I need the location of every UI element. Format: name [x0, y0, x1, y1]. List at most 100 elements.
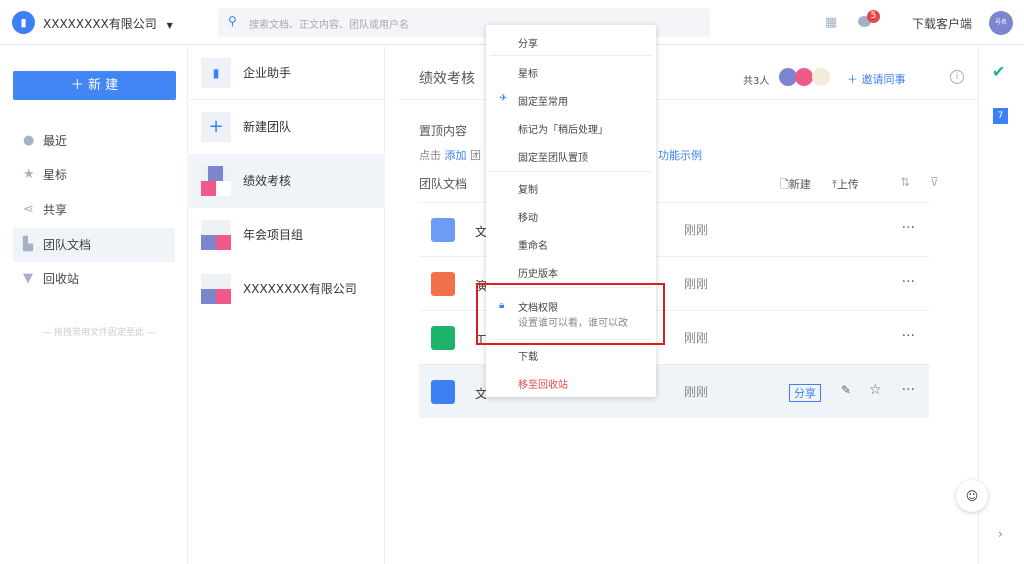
filter-icon[interactable]: ⊽ — [930, 175, 939, 189]
example-link[interactable]: 功能示例 — [658, 147, 702, 163]
new-button[interactable]: ＋ 新 建 — [13, 71, 176, 100]
more-icon[interactable]: ··· — [902, 365, 915, 415]
team-avatar — [201, 274, 231, 304]
new-file-icon: 🗋 — [780, 178, 789, 191]
folder-icon — [431, 218, 455, 242]
add-pinned-link[interactable]: 添加 — [445, 149, 467, 162]
file-time: 刚刚 — [684, 277, 709, 291]
menu-item-copy[interactable]: 复制 — [518, 181, 538, 196]
file-time: 刚刚 — [684, 331, 709, 345]
invite-button[interactable]: ＋ 邀请同事 — [847, 71, 906, 87]
file-time: 刚刚 — [684, 385, 709, 399]
new-label: 新建 — [788, 178, 811, 191]
edit-icon[interactable]: ✎ — [841, 383, 851, 397]
docs-title: 团队文档 — [419, 177, 468, 191]
sidebar-item-label: 共享 — [43, 203, 68, 217]
more-icon[interactable]: ··· — [902, 203, 915, 253]
share-button[interactable]: 分享 — [789, 384, 821, 402]
new-button-label: 新 建 — [88, 78, 119, 93]
team-item[interactable]: ▮ 企业助手 — [189, 46, 385, 100]
pinned-hint: 点击 添加 团 — [419, 147, 481, 163]
search-placeholder: 搜索文档、正文内容、团队或用户名 — [249, 20, 409, 31]
star-icon[interactable]: ☆ — [869, 382, 882, 398]
sheet-icon — [431, 326, 455, 350]
team-docs-icon: ▙ — [23, 237, 33, 252]
menu-item-history[interactable]: 历史版本 — [518, 265, 558, 280]
team-label: 绩效考核 — [243, 174, 292, 188]
upload-button[interactable]: ⤒上传 — [832, 176, 859, 192]
team-label: XXXXXXXX有限公司 — [243, 282, 357, 296]
sidebar-item-recent[interactable]: ● 最近 — [13, 124, 175, 158]
menu-item-download[interactable]: 下载 — [518, 348, 538, 363]
member-avatar[interactable] — [795, 68, 813, 86]
chevron-down-icon: ▼ — [166, 21, 173, 30]
sidebar-item-label: 团队文档 — [43, 238, 92, 252]
search-icon: ⚲ — [228, 14, 237, 28]
more-icon[interactable]: ··· — [902, 257, 915, 307]
menu-item-star[interactable]: 星标 — [518, 65, 538, 80]
sort-icon[interactable]: ⇅ — [900, 175, 910, 189]
team-item[interactable]: 年会项目组 — [189, 208, 385, 262]
divider — [490, 171, 652, 172]
sidebar-item-starred[interactable]: ★ 星标 — [13, 158, 175, 192]
share-icon: ⋖ — [23, 202, 34, 217]
member-count: 共3人 — [743, 76, 770, 87]
team-avatar — [201, 220, 231, 250]
info-icon[interactable]: i — [950, 70, 964, 84]
clock-icon: ● — [23, 133, 35, 148]
divider — [490, 55, 652, 56]
todo-check-icon[interactable]: ✔ — [992, 62, 1005, 81]
menu-item-pin-team[interactable]: 固定至团队置顶 — [518, 149, 588, 164]
member-avatar[interactable] — [812, 68, 830, 86]
assistant-bot-icon[interactable]: ☺ — [956, 480, 988, 512]
team-label: 年会项目组 — [243, 228, 304, 242]
new-team-button[interactable]: + 新建团队 — [189, 100, 385, 154]
sidebar-item-label: 星标 — [43, 168, 68, 182]
sidebar-item-label: 最近 — [43, 134, 68, 148]
company-logo: ▮ — [12, 11, 35, 34]
pin-icon: ✈ — [499, 93, 508, 104]
more-icon[interactable]: ··· — [902, 311, 915, 361]
notification-badge: 5 — [867, 10, 880, 23]
plus-icon: + — [201, 112, 231, 142]
drop-hint: — 拖拽常用文件固定至此 — — [42, 328, 156, 338]
team-item[interactable]: XXXXXXXX有限公司 — [189, 262, 385, 316]
sidebar-item-label: 回收站 — [43, 272, 80, 286]
company-switcher[interactable]: XXXXXXXX有限公司 ▼ — [43, 15, 173, 32]
team-label: 新建团队 — [243, 120, 292, 134]
slides-icon — [431, 272, 455, 296]
team-label: 企业助手 — [243, 66, 292, 80]
team-avatar — [201, 166, 231, 196]
menu-item-move[interactable]: 移动 — [518, 209, 538, 224]
trash-icon: ▼ — [23, 271, 33, 286]
download-client-link[interactable]: 下载客户端 — [912, 15, 972, 32]
hint-text: 团 — [470, 149, 481, 162]
calendar-icon[interactable]: 7 — [993, 108, 1008, 124]
team-item[interactable]: 绩效考核 — [189, 154, 385, 208]
sidebar-item-team-docs[interactable]: ▙ 团队文档 — [13, 228, 175, 262]
hint-text: 点击 — [419, 149, 441, 162]
menu-item-trash[interactable]: 移至回收站 — [518, 376, 568, 391]
company-name: XXXXXXXX有限公司 — [43, 17, 157, 31]
menu-item-rename[interactable]: 重命名 — [518, 237, 548, 252]
new-doc-button[interactable]: 🗋新建 — [780, 176, 811, 195]
divider — [398, 99, 978, 100]
menu-item-share[interactable]: 分享 — [518, 35, 538, 50]
apps-grid-icon[interactable]: ▦ — [825, 15, 837, 30]
star-icon: ★ — [23, 167, 35, 182]
plus-icon: ＋ — [847, 73, 858, 86]
doc-icon — [431, 380, 455, 404]
menu-item-later[interactable]: 标记为「稍后处理」 — [518, 121, 608, 136]
drop-hint-text: 拖拽常用文件固定至此 — [53, 328, 144, 338]
sidebar-item-trash[interactable]: ▼ 回收站 — [13, 262, 175, 296]
menu-item-pin[interactable]: 固定至常用 — [518, 93, 568, 108]
highlight-box — [476, 283, 665, 345]
page-title: 绩效考核 — [419, 71, 475, 87]
assistant-icon: ▮ — [201, 58, 231, 88]
user-avatar[interactable]: 号名 — [989, 11, 1013, 35]
file-time: 刚刚 — [684, 223, 709, 237]
upload-label: 上传 — [836, 178, 859, 191]
pinned-title: 置顶内容 — [419, 124, 468, 138]
chevron-right-icon[interactable]: › — [998, 527, 1003, 541]
sidebar-item-shared[interactable]: ⋖ 共享 — [13, 193, 175, 227]
